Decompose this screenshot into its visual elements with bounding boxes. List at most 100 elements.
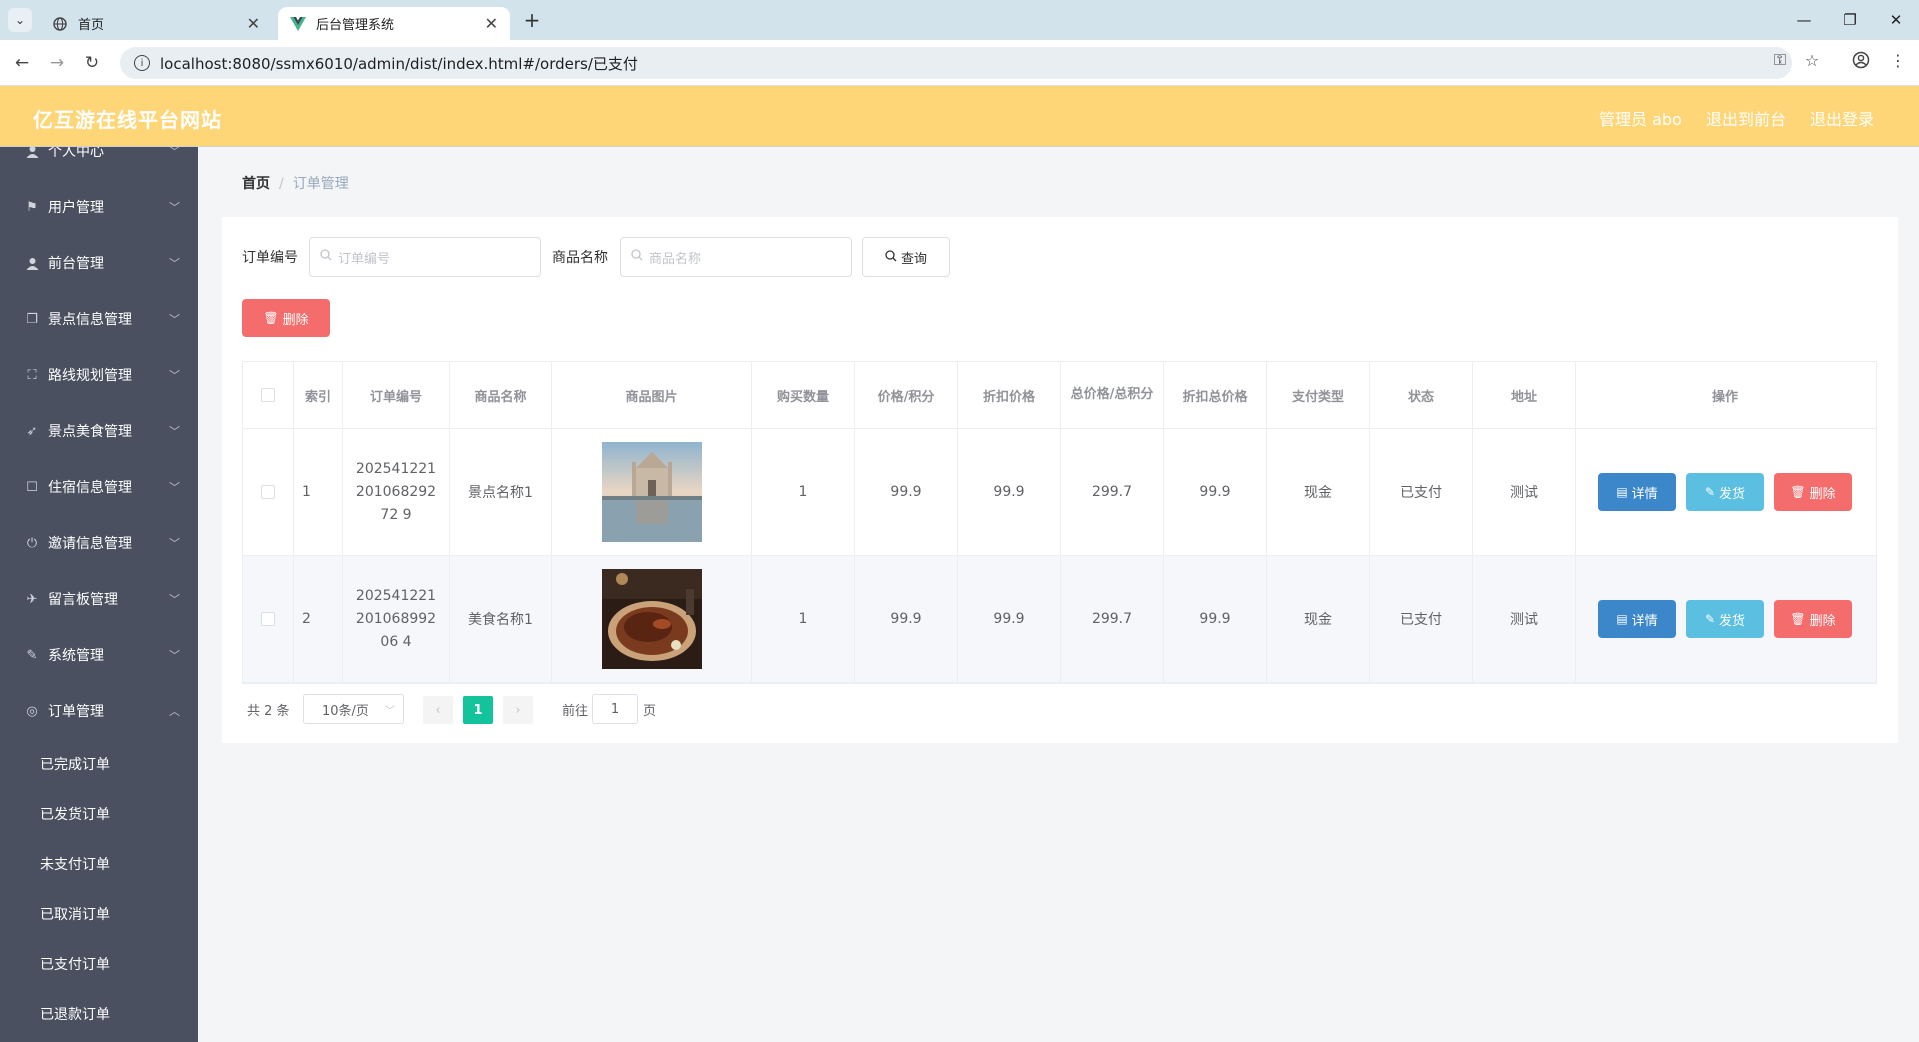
reload-icon[interactable]: ↻ xyxy=(80,51,104,75)
user-icon xyxy=(24,147,40,159)
sidebar-item-label: 留言板管理 xyxy=(48,592,118,608)
tab-title: 首页 xyxy=(78,18,105,33)
sidebar-item-label: 系统管理 xyxy=(48,648,104,664)
breadcrumb-current: 订单管理 xyxy=(292,176,349,192)
product-name-input[interactable]: 商品名称 xyxy=(620,237,852,277)
select-all-checkbox[interactable] xyxy=(261,388,275,402)
col-actions: 操作 xyxy=(1711,389,1738,405)
sidebar-item-scenic-food[interactable]: ➶ 景点美食管理 ﹀ xyxy=(0,403,198,459)
row-actions-cell: ▤ 详情 ✎ 发货 🗑 删除 xyxy=(1576,556,1874,682)
batch-delete-button[interactable]: 🗑 删除 xyxy=(242,299,330,337)
ship-label: 发货 xyxy=(1719,486,1746,502)
send-icon: ➶ xyxy=(26,423,38,439)
col-address: 地址 xyxy=(1473,362,1576,428)
browser-tab-home[interactable]: 首页 ✕ xyxy=(40,7,272,40)
new-tab-button[interactable]: + xyxy=(520,8,544,32)
breadcrumb-home[interactable]: 首页 xyxy=(242,176,270,192)
col-total: 总价格/总积分 xyxy=(1061,362,1164,428)
delete-label: 删除 xyxy=(1809,486,1836,502)
page-number-button[interactable]: 1 xyxy=(463,696,493,724)
row-product-name: 景点名称1 xyxy=(450,429,552,555)
sidebar-item-invite-info[interactable]: ⏻ 邀请信息管理 ﹀ xyxy=(0,515,198,571)
sidebar-item-route-planning[interactable]: ⛶ 路线规划管理 ﹀ xyxy=(0,347,198,403)
product-name-placeholder: 商品名称 xyxy=(649,251,702,267)
sidebar-item-user-management[interactable]: ⚑ 用户管理 ﹀ xyxy=(0,179,198,235)
search-icon xyxy=(320,249,332,265)
address-bar[interactable]: i localhost:8080/ssmx6010/admin/dist/ind… xyxy=(120,47,1792,79)
ship-button[interactable]: ✎ 发货 xyxy=(1686,600,1764,638)
select-all-cell xyxy=(243,362,294,428)
sidebar-item-orders[interactable]: ◎ 订单管理 ︿ xyxy=(0,683,198,739)
page-size-select[interactable]: 10条/页 ﹀ xyxy=(303,694,404,724)
tab-close-icon[interactable]: ✕ xyxy=(485,14,498,33)
sidebar-subitem-refunded[interactable]: 已退款订单 xyxy=(0,989,198,1039)
detail-label: 详情 xyxy=(1631,613,1658,629)
detail-button[interactable]: ▤ 详情 xyxy=(1598,473,1676,511)
next-page-button[interactable]: › xyxy=(503,696,533,724)
tab-search-button[interactable]: ⌄ xyxy=(8,8,32,32)
row-price: 99.9 xyxy=(855,556,958,682)
detail-button[interactable]: ▤ 详情 xyxy=(1598,600,1676,638)
row-checkbox[interactable] xyxy=(261,612,275,626)
sidebar-subitem-completed[interactable]: 已完成订单 xyxy=(0,739,198,789)
logout-link[interactable]: 退出登录 xyxy=(1810,106,1874,130)
row-discount-total: 99.9 xyxy=(1164,429,1267,555)
sidebar-item-personal-center[interactable]: 个人中心 ﹀ xyxy=(0,147,198,179)
restore-icon[interactable]: ❐ xyxy=(1827,0,1873,40)
row-index: 1 xyxy=(294,429,343,555)
prev-page-button[interactable]: ‹ xyxy=(423,696,453,724)
window-close-icon[interactable]: ✕ xyxy=(1873,0,1919,40)
exit-to-front-link[interactable]: 退出到前台 xyxy=(1706,106,1786,130)
col-order-no: 订单编号 xyxy=(343,362,450,428)
row-discount-total: 99.9 xyxy=(1164,556,1267,682)
sidebar-subitem-paid[interactable]: 已支付订单 xyxy=(0,939,198,989)
row-address: 测试 xyxy=(1473,556,1576,682)
table-row: 1 20254122120106829272 9 景点名称1 1 99.9 99… xyxy=(243,429,1876,556)
delete-label: 删除 xyxy=(1809,613,1836,629)
row-checkbox[interactable] xyxy=(261,485,275,499)
bookmark-star-icon[interactable]: ☆ xyxy=(1800,48,1824,72)
chevron-down-icon: ﹀ xyxy=(169,201,180,214)
sidebar-item-scenic-info[interactable]: ❐ 景点信息管理 ﹀ xyxy=(0,291,198,347)
ship-button[interactable]: ✎ 发货 xyxy=(1686,473,1764,511)
order-no-placeholder: 订单编号 xyxy=(338,251,391,267)
row-quantity: 1 xyxy=(752,429,855,555)
site-info-icon[interactable]: i xyxy=(134,55,150,71)
tab-close-icon[interactable]: ✕ xyxy=(247,14,260,33)
sidebar-subitem-shipped[interactable]: 已发货订单 xyxy=(0,789,198,839)
sidebar-item-lodging-info[interactable]: ☐ 住宿信息管理 ﹀ xyxy=(0,459,198,515)
delete-button[interactable]: 🗑 删除 xyxy=(1774,600,1852,638)
row-order-no: 20254122120106899206 4 xyxy=(355,587,437,650)
key-icon[interactable]: ⚿ xyxy=(1768,48,1792,72)
row-discount-price: 99.9 xyxy=(958,556,1061,682)
query-button[interactable]: 查询 xyxy=(862,237,950,277)
fullscreen-icon: ⛶ xyxy=(27,367,37,383)
sidebar-item-system[interactable]: ✎ 系统管理 ﹀ xyxy=(0,627,198,683)
sidebar-item-front-management[interactable]: 前台管理 ﹀ xyxy=(0,235,198,291)
table-header-row: 索引 订单编号 商品名称 商品图片 购买数量 价格/积分 折扣价格 总价格/总积… xyxy=(243,362,1876,429)
chevron-down-icon: ﹀ xyxy=(385,705,395,717)
sidebar-item-message-board[interactable]: ✈ 留言板管理 ﹀ xyxy=(0,571,198,627)
minimize-icon[interactable]: — xyxy=(1781,0,1827,40)
sidebar-item-label: 用户管理 xyxy=(48,200,104,216)
detail-label: 详情 xyxy=(1631,486,1658,502)
tab-title: 后台管理系统 xyxy=(316,18,395,33)
col-pay-type: 支付类型 xyxy=(1267,362,1370,428)
delete-button[interactable]: 🗑 删除 xyxy=(1774,473,1852,511)
order-no-input[interactable]: 订单编号 xyxy=(309,237,541,277)
row-address: 测试 xyxy=(1473,429,1576,555)
document-icon: ▤ xyxy=(1616,612,1628,626)
row-pay-type: 现金 xyxy=(1267,556,1370,682)
more-menu-icon[interactable]: ⋮ xyxy=(1886,48,1910,72)
chevron-down-icon: ﹀ xyxy=(169,593,180,606)
sidebar-item-label: 景点美食管理 xyxy=(48,424,132,440)
trash-icon: 🗑 xyxy=(1790,485,1806,499)
forward-icon[interactable]: → xyxy=(45,51,69,75)
goto-page-input[interactable]: 1 xyxy=(592,694,638,724)
sidebar-subitem-cancelled[interactable]: 已取消订单 xyxy=(0,889,198,939)
profile-icon[interactable] xyxy=(1849,48,1873,72)
sidebar-subitem-unpaid[interactable]: 未支付订单 xyxy=(0,839,198,889)
back-icon[interactable]: ← xyxy=(10,51,34,75)
row-select-cell xyxy=(243,556,294,682)
browser-tab-admin[interactable]: 后台管理系统 ✕ xyxy=(278,7,510,40)
